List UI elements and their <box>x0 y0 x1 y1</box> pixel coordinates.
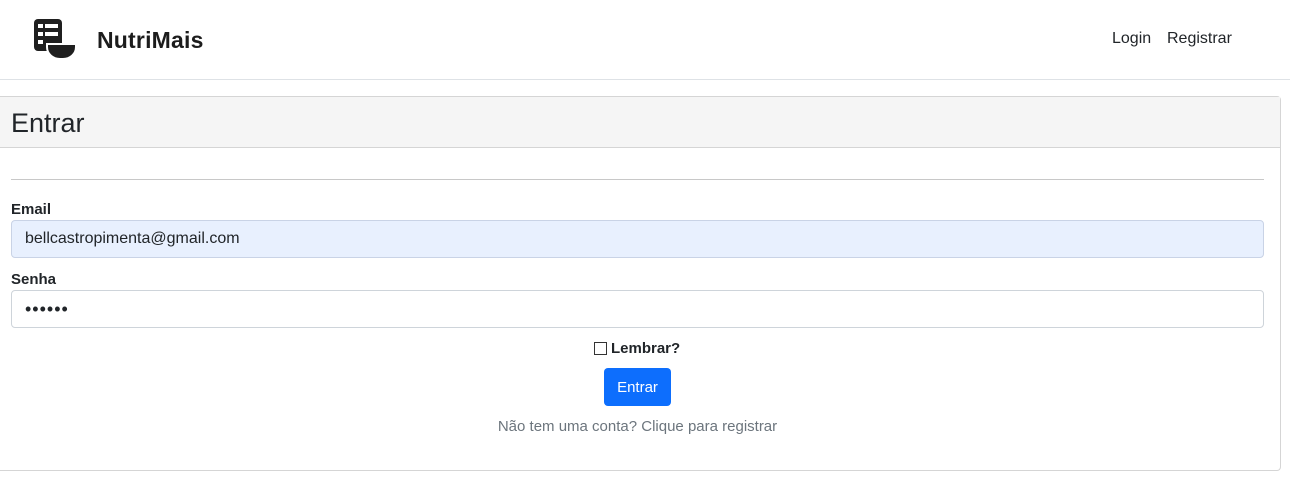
navbar: NutriMais Login Registrar <box>0 0 1290 80</box>
menu-bowl-icon[interactable] <box>33 18 77 60</box>
submit-button[interactable]: Entrar <box>604 368 671 406</box>
remember-label: Lembrar? <box>611 340 681 357</box>
nav-register-link[interactable]: Registrar <box>1167 30 1232 48</box>
nav-login-link[interactable]: Login <box>1112 30 1151 48</box>
register-link[interactable]: Não tem uma conta? Clique para registrar <box>0 418 1275 435</box>
login-card: Entrar Email bellcastropimenta@gmail.com… <box>0 96 1281 471</box>
brand-name[interactable]: NutriMais <box>97 27 204 54</box>
email-field[interactable]: bellcastropimenta@gmail.com <box>11 220 1264 258</box>
email-label: Email <box>11 201 52 218</box>
divider <box>11 179 1264 180</box>
password-value: •••••• <box>25 298 69 319</box>
remember-me[interactable]: Lembrar? <box>594 340 680 357</box>
card-header: Entrar <box>0 97 1280 148</box>
remember-checkbox[interactable] <box>594 342 607 355</box>
email-value: bellcastropimenta@gmail.com <box>25 230 240 247</box>
password-field[interactable]: •••••• <box>11 290 1264 328</box>
page-title: Entrar <box>11 108 85 138</box>
password-label: Senha <box>11 271 57 288</box>
